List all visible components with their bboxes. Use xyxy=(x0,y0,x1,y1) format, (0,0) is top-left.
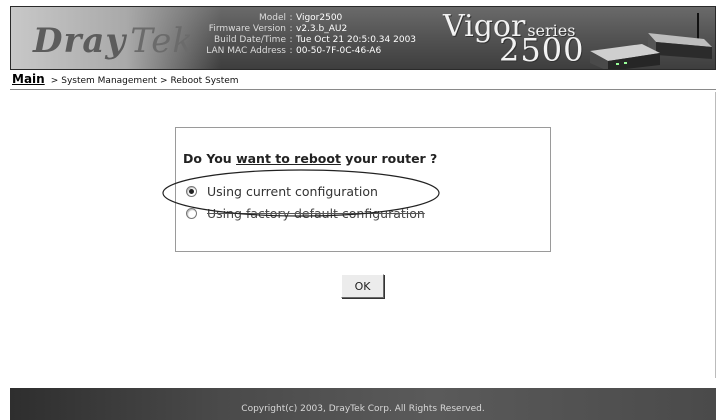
ok-button[interactable]: OK xyxy=(341,274,384,298)
header-banner: Dray Tek Model: Vigor2500 Firmware Version… xyxy=(10,6,716,70)
info-key: Model xyxy=(258,13,286,23)
info-value: v2.3.b_AU2 xyxy=(296,24,348,34)
breadcrumb-separator: > xyxy=(50,76,59,86)
router-device-icon xyxy=(590,13,712,69)
product-number: 2500 xyxy=(499,31,585,69)
info-row-build: Build Date/Time: Tue Oct 21 20:5:0.34 200… xyxy=(189,35,416,46)
breadcrumb-divider xyxy=(10,89,716,90)
info-row-model: Model: Vigor2500 xyxy=(189,13,416,24)
footer-bar: Copyright(c) 2003, DrayTek Corp. All Rig… xyxy=(10,388,716,420)
info-row-firmware: Firmware Version: v2.3.b_AU2 xyxy=(189,24,416,35)
logo-tek: Tek xyxy=(130,21,194,61)
copyright-text: Copyright(c) 2003, DrayTek Corp. All Rig… xyxy=(241,404,485,414)
logo-dray: Dray xyxy=(33,21,127,61)
info-key: LAN MAC Address xyxy=(206,46,286,56)
question-link-text: want to reboot xyxy=(236,151,341,166)
info-value: 00-50-7F-0C-46-A6 xyxy=(296,46,382,56)
highlight-ellipse-icon xyxy=(162,169,440,217)
draytek-logo: Dray Tek xyxy=(33,21,194,61)
info-value: Tue Oct 21 20:5:0.34 2003 xyxy=(296,35,417,45)
info-row-mac: LAN MAC Address:00-50-7F-0C-46-A6 xyxy=(189,46,416,57)
info-key: Firmware Version xyxy=(208,24,286,34)
info-key: Build Date/Time xyxy=(213,35,286,45)
breadcrumb-main-link[interactable]: Main xyxy=(12,72,45,86)
breadcrumb: Main > System Management > Reboot System xyxy=(12,72,239,86)
device-info: Model: Vigor2500 Firmware Version: v2.3.b_… xyxy=(189,13,416,57)
info-value: Vigor2500 xyxy=(296,13,343,23)
breadcrumb-current-page: Reboot System xyxy=(170,76,239,86)
breadcrumb-separator: > xyxy=(159,76,168,86)
reboot-question: Do You want to reboot your router ? xyxy=(183,151,438,166)
breadcrumb-section: System Management xyxy=(61,76,157,86)
